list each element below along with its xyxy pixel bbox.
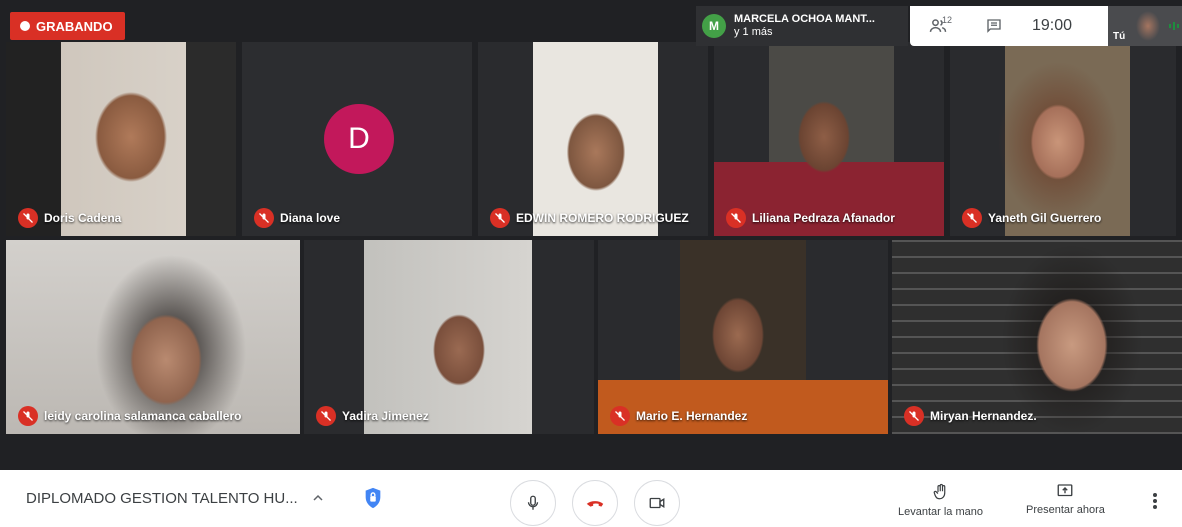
participant-name-tag: leidy carolina salamanca caballero — [18, 406, 241, 426]
meeting-title[interactable]: DIPLOMADO GESTION TALENTO HU... — [26, 490, 298, 507]
participant-name-tag: Yaneth Gil Guerrero — [962, 208, 1101, 228]
mic-icon — [527, 495, 539, 510]
mic-muted-icon — [962, 208, 982, 228]
mic-muted-icon — [904, 406, 924, 426]
end-call-button[interactable] — [572, 480, 618, 526]
mic-muted-icon — [490, 208, 510, 228]
participant-name: Liliana Pedraza Afanador — [752, 211, 895, 225]
video-grid: Doris Cadena D Diana love EDWIN ROMERO R… — [0, 0, 1182, 470]
chevron-up-icon[interactable] — [310, 490, 326, 506]
video-feed — [892, 240, 1182, 434]
mic-muted-icon — [316, 406, 336, 426]
raise-hand-label: Levantar la mano — [898, 506, 983, 518]
participant-name: leidy carolina salamanca caballero — [44, 409, 242, 423]
chat-icon — [987, 19, 1001, 33]
camera-button[interactable] — [634, 480, 680, 526]
participant-tile[interactable]: Miryan Hernandez. — [892, 240, 1182, 434]
chat-button[interactable] — [966, 6, 1022, 46]
present-icon — [1058, 484, 1073, 497]
video-feed — [6, 42, 236, 236]
participant-tile[interactable]: Yaneth Gil Guerrero — [950, 42, 1176, 236]
video-feed — [6, 240, 300, 434]
participant-tile[interactable]: Doris Cadena — [6, 42, 236, 236]
active-speaker-chip[interactable]: M MARCELA OCHOA MANT... y 1 más — [696, 6, 908, 46]
shield-icon[interactable] — [362, 486, 384, 510]
mic-muted-icon — [726, 208, 746, 228]
participant-tile[interactable]: leidy carolina salamanca caballero — [6, 240, 300, 434]
mic-muted-icon — [18, 208, 38, 228]
video-feed — [950, 42, 1176, 236]
participant-name-tag: Diana love — [254, 208, 340, 228]
present-label: Presentar ahora — [1026, 504, 1105, 516]
participant-name: Diana love — [280, 211, 341, 225]
active-speaker-more: y 1 más — [734, 26, 773, 38]
participant-name: Mario E. Hernandez — [636, 409, 748, 423]
participant-name: Miryan Hernandez. — [930, 409, 1037, 423]
participant-name: Yaneth Gil Guerrero — [988, 211, 1102, 225]
mic-muted-icon — [18, 406, 38, 426]
participant-name: Doris Cadena — [44, 211, 122, 225]
raise-hand-button[interactable]: Levantar la mano — [898, 482, 983, 518]
video-feed — [598, 240, 888, 434]
participant-tile[interactable]: D Diana love — [242, 42, 472, 236]
record-dot-icon — [20, 21, 30, 31]
participant-name-tag: Mario E. Hernandez — [610, 406, 747, 426]
mic-muted-icon — [610, 406, 630, 426]
avatar: M — [702, 14, 726, 38]
participant-name-tag: Miryan Hernandez. — [904, 406, 1037, 426]
participant-tile[interactable]: Yadira Jimenez — [304, 240, 594, 434]
participant-name: Yadira Jimenez — [342, 409, 429, 423]
participant-tile[interactable]: Mario E. Hernandez — [598, 240, 888, 434]
active-speaker-name: MARCELA OCHOA MANT... — [734, 13, 875, 25]
avatar: D — [324, 104, 394, 174]
top-controls: 12 19:00 — [910, 6, 1108, 46]
self-label: Tú — [1113, 31, 1126, 42]
video-feed — [478, 42, 708, 236]
people-count: 12 — [942, 15, 953, 25]
participant-name-tag: EDWIN ROMERO RODRIGUEZ — [490, 208, 689, 228]
participant-name-tag: Yadira Jimenez — [316, 406, 429, 426]
mic-button[interactable] — [510, 480, 556, 526]
hand-icon — [933, 483, 945, 500]
participant-name: EDWIN ROMERO RODRIGUEZ — [516, 211, 689, 225]
people-button[interactable]: 12 — [910, 6, 966, 46]
video-feed — [304, 240, 594, 434]
video-feed — [714, 42, 944, 236]
self-preview[interactable]: Tú — [1108, 6, 1182, 46]
mic-muted-icon — [254, 208, 274, 228]
participant-name-tag: Liliana Pedraza Afanador — [726, 208, 895, 228]
clock: 19:00 — [1032, 17, 1073, 34]
participant-tile[interactable]: EDWIN ROMERO RODRIGUEZ — [478, 42, 708, 236]
camera-icon — [649, 497, 665, 509]
participant-name-tag: Doris Cadena — [18, 208, 121, 228]
end-call-icon — [586, 501, 604, 507]
recording-badge: GRABANDO — [10, 12, 125, 40]
present-now-button[interactable]: Presentar ahora — [1026, 482, 1105, 516]
more-icon[interactable] — [1152, 492, 1158, 510]
audio-level-icon — [1169, 22, 1179, 30]
recording-label: GRABANDO — [36, 18, 113, 34]
bottom-bar: DIPLOMADO GESTION TALENTO HU... Levantar… — [0, 470, 1182, 527]
participant-tile[interactable]: Liliana Pedraza Afanador — [714, 42, 944, 236]
